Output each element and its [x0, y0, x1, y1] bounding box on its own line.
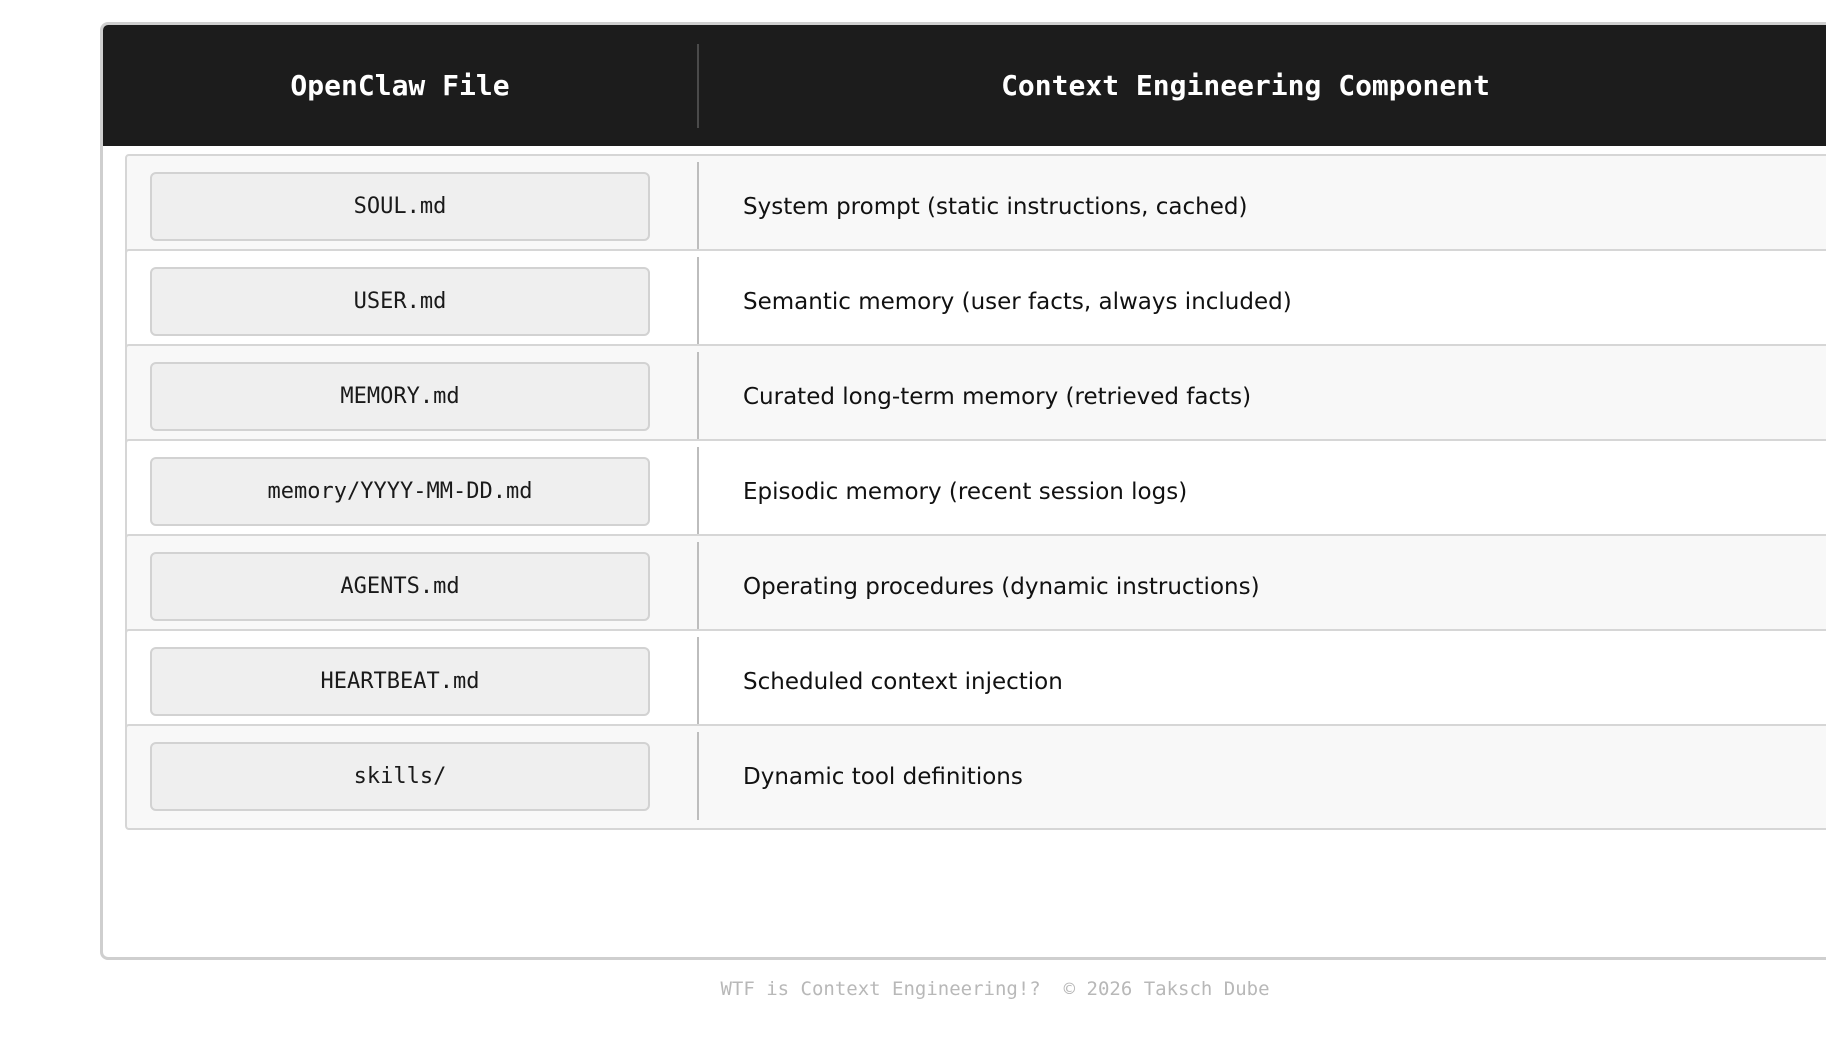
- table-row: USER.md Semantic memory (user facts, alw…: [125, 249, 1826, 355]
- file-name-badge: USER.md: [150, 267, 650, 336]
- mapping-table: OpenClaw File Context Engineering Compon…: [100, 22, 1826, 960]
- column-divider: [697, 447, 699, 535]
- table-header: OpenClaw File Context Engineering Compon…: [103, 25, 1826, 146]
- file-name-badge: skills/: [150, 742, 650, 811]
- table-row: skills/ Dynamic tool definitions: [125, 724, 1826, 830]
- column-divider: [697, 542, 699, 630]
- file-name-badge: SOUL.md: [150, 172, 650, 241]
- component-description: Semantic memory (user facts, always incl…: [743, 289, 1292, 315]
- column-divider: [697, 637, 699, 725]
- column-divider: [697, 257, 699, 345]
- component-description: Curated long-term memory (retrieved fact…: [743, 384, 1252, 410]
- file-name-badge: HEARTBEAT.md: [150, 647, 650, 716]
- column-divider: [697, 162, 699, 250]
- component-description: Scheduled context injection: [743, 669, 1063, 695]
- file-name-badge: AGENTS.md: [150, 552, 650, 621]
- table-row: memory/YYYY-MM-DD.md Episodic memory (re…: [125, 439, 1826, 545]
- header-context-component: Context Engineering Component: [1001, 69, 1490, 102]
- column-divider: [697, 352, 699, 440]
- component-description: Dynamic tool definitions: [743, 764, 1023, 790]
- footer-credit: WTF is Context Engineering!? © 2026 Taks…: [720, 978, 1270, 1000]
- table-row: HEARTBEAT.md Scheduled context injection: [125, 629, 1826, 735]
- file-name-badge: MEMORY.md: [150, 362, 650, 431]
- header-openclaw-file: OpenClaw File: [290, 69, 510, 102]
- table-row: SOUL.md System prompt (static instructio…: [125, 154, 1826, 260]
- table-row: AGENTS.md Operating procedures (dynamic …: [125, 534, 1826, 640]
- column-divider: [697, 732, 699, 820]
- table-row: MEMORY.md Curated long-term memory (retr…: [125, 344, 1826, 450]
- file-name-badge: memory/YYYY-MM-DD.md: [150, 457, 650, 526]
- component-description: System prompt (static instructions, cach…: [743, 194, 1248, 220]
- component-description: Operating procedures (dynamic instructio…: [743, 574, 1260, 600]
- component-description: Episodic memory (recent session logs): [743, 479, 1188, 505]
